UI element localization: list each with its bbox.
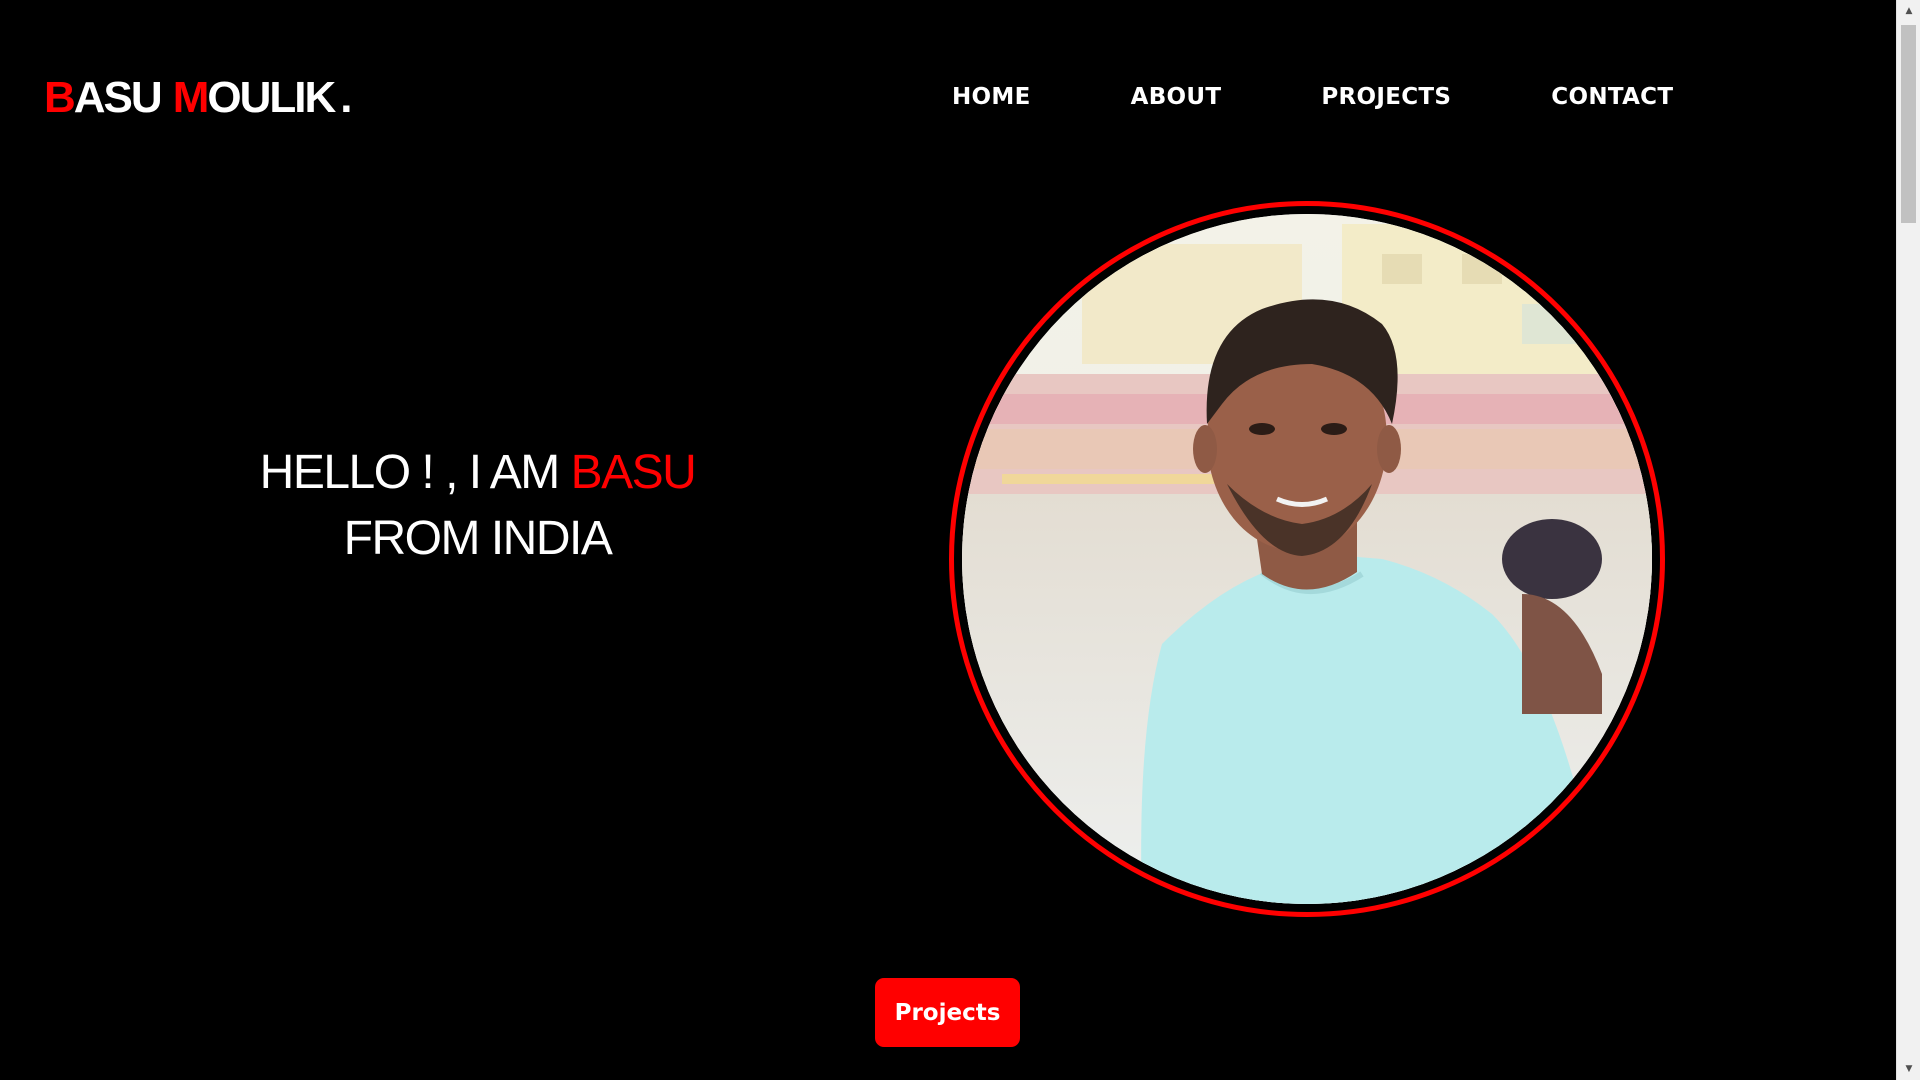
- nav-contact-link[interactable]: CONTACT: [1551, 82, 1673, 112]
- logo-dot: .: [340, 73, 352, 122]
- page: BASU MOULIK. HOME ABOUT PROJECTS CONTACT …: [0, 0, 1896, 1080]
- logo-initial-last: M: [172, 73, 210, 122]
- vertical-scrollbar[interactable]: ▲ ▼: [1896, 0, 1920, 1080]
- logo-last-rest: OULIK: [207, 73, 336, 122]
- projects-button[interactable]: Projects: [875, 978, 1020, 1047]
- site-logo[interactable]: BASU MOULIK.: [44, 73, 353, 122]
- nav-home-link[interactable]: HOME: [952, 82, 1031, 112]
- nav-projects-link[interactable]: PROJECTS: [1321, 82, 1451, 112]
- scroll-up-icon[interactable]: ▲: [1897, 2, 1920, 20]
- hero-heading: HELLO ! , I AM BASU FROM INDIA: [190, 440, 765, 572]
- scroll-down-icon[interactable]: ▼: [1897, 1060, 1920, 1078]
- scroll-thumb[interactable]: [1901, 25, 1916, 223]
- hero-line1-prefix: HELLO ! , I AM: [259, 446, 571, 499]
- logo-initial-first: B: [44, 73, 76, 122]
- nav-about-link[interactable]: ABOUT: [1131, 82, 1222, 112]
- profile-photo: [962, 214, 1652, 904]
- main-nav: HOME ABOUT PROJECTS CONTACT: [952, 82, 1673, 112]
- hero-name-highlight: BASU: [570, 446, 697, 499]
- logo-first-rest: ASU: [73, 73, 163, 122]
- hero-line2: FROM INDIA: [343, 512, 613, 565]
- profile-photo-illustration: [962, 214, 1652, 904]
